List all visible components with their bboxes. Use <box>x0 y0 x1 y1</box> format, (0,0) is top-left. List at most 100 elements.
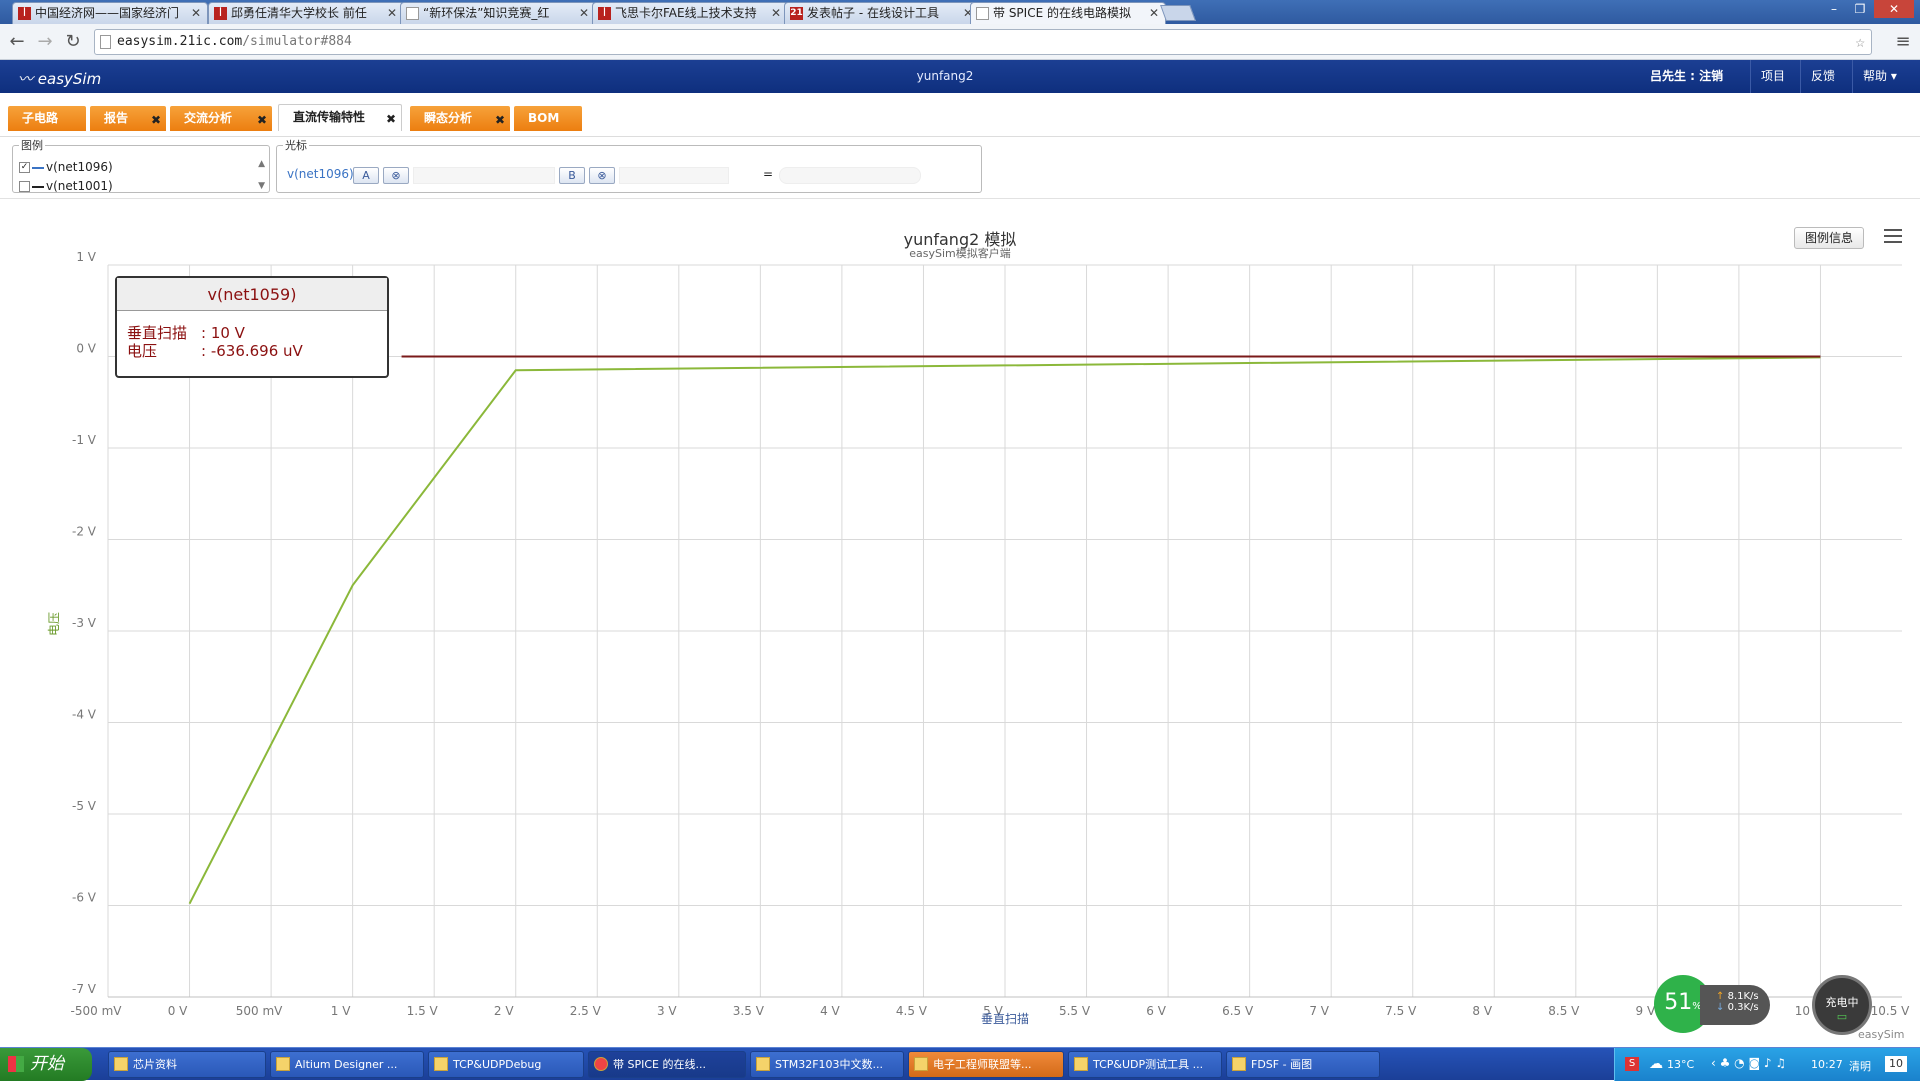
x-tick-label: 1.5 V <box>407 1004 439 1018</box>
taskbar-item-label: FDSF - 画图 <box>1251 1058 1313 1071</box>
series-swatch <box>32 185 44 188</box>
window-close-icon[interactable]: ✕ <box>1874 0 1914 18</box>
network-speed: ↑ 8.1K/s ↓ 0.3K/s <box>1700 985 1770 1025</box>
y-tick-label: -4 V <box>72 708 97 722</box>
paint-icon <box>1232 1057 1246 1071</box>
y-tick-label: -1 V <box>72 433 97 447</box>
browser-toolbar: ← → ↻ easysim.21ic.com/simulator#884 ☆ ≡ <box>0 24 1920 60</box>
clock-time[interactable]: 10:27 <box>1811 1058 1843 1071</box>
legend-item[interactable]: ✓ v(net1096) <box>19 159 113 175</box>
legend-info-button[interactable]: 图例信息 <box>1794 227 1864 249</box>
upload-rate-value: 8.1 <box>1727 991 1744 1002</box>
browser-tab-title: “新环保法”知识竞赛_红 <box>423 6 550 20</box>
legend-item[interactable]: v(net1001) <box>19 178 113 194</box>
browser-tab[interactable]: 21 发表帖子 - 在线设计工具 ✕ <box>784 2 980 24</box>
x-tick-label: 2 V <box>494 1004 514 1018</box>
legend-panel-title: 图例 <box>21 139 43 152</box>
cursor-b-button[interactable]: B <box>559 167 585 184</box>
close-icon[interactable]: ✖ <box>151 108 161 133</box>
cursor-a-button[interactable]: A <box>353 167 379 184</box>
tooltip-title: v(net1059) <box>117 278 387 311</box>
system-tray: S ☁ 13°C ‹ ♣ ◔ ◙ ♪ ♫ 10:27 清明 10 <box>1614 1048 1920 1081</box>
browser-tab-active[interactable]: 带 SPICE 的在线电路模拟 ✕ <box>970 2 1166 24</box>
star-icon[interactable]: ☆ <box>1855 30 1865 54</box>
tab-subcircuit[interactable]: 子电路 <box>8 106 86 131</box>
x-tick-label: 7.5 V <box>1385 1004 1417 1018</box>
checkbox[interactable] <box>19 181 30 192</box>
x-tick-label: 5.5 V <box>1059 1004 1091 1018</box>
close-icon[interactable]: ✖ <box>257 108 267 133</box>
upload-rate: ↑ 8.1K/s <box>1716 991 1770 1002</box>
taskbar-item[interactable]: Altium Designer ... <box>270 1051 424 1078</box>
menu-icon[interactable]: ≡ <box>1892 31 1914 53</box>
sogou-icon[interactable]: S <box>1625 1057 1639 1071</box>
browser-tab[interactable]: “新环保法”知识竞赛_红 ✕ <box>400 2 596 24</box>
x-tick-label: 6.5 V <box>1222 1004 1254 1018</box>
close-icon[interactable]: ✕ <box>579 3 589 23</box>
y-axis-label: 电压 <box>47 612 61 636</box>
minimize-icon[interactable]: – <box>1822 0 1846 18</box>
clear-cursor-a-icon[interactable]: ⊗ <box>383 167 409 184</box>
new-tab-button[interactable] <box>1160 5 1196 21</box>
caret-down-icon: ▾ <box>1890 69 1897 83</box>
windows-logo-icon <box>8 1056 24 1072</box>
taskbar-item-label: TCP&UDP测试工具 ... <box>1093 1058 1204 1071</box>
charging-widget[interactable]: 充电中 ▭ <box>1812 975 1872 1035</box>
usage-percent: 51 <box>1664 990 1693 1015</box>
taskbar-item[interactable]: 芯片资料 <box>108 1051 266 1078</box>
chart-menu-icon[interactable] <box>1884 229 1902 243</box>
taskbar-item-active[interactable]: 带 SPICE 的在线... <box>588 1051 746 1078</box>
checkbox[interactable]: ✓ <box>19 162 30 173</box>
tab-ac-analysis[interactable]: 交流分析 ✖ <box>170 106 272 131</box>
analysis-tabs: 子电路 报告 ✖ 交流分析 ✖ 直流传输特性 ✖ 瞬态分析 ✖ BOM <box>0 93 1920 137</box>
close-icon[interactable]: ✕ <box>1149 3 1159 23</box>
cursor-signal-select[interactable]: v(net1096) <box>287 167 354 181</box>
menu-feedback[interactable]: 反馈 <box>1800 60 1845 93</box>
taskbar-item[interactable]: TCP&UDPDebug <box>428 1051 584 1078</box>
taskbar-item-highlighted[interactable]: 电子工程师联盟等... <box>908 1051 1064 1078</box>
browser-tab-title: 邱勇任清华大学校长 前任 <box>231 6 367 20</box>
clear-cursor-b-icon[interactable]: ⊗ <box>589 167 615 184</box>
back-icon[interactable]: ← <box>6 31 28 53</box>
taskbar: 开始 芯片资料 Altium Designer ... TCP&UDPDebug… <box>0 1047 1920 1081</box>
calendar-date[interactable]: 10 <box>1885 1056 1907 1072</box>
tray-icons[interactable]: ‹ ♣ ◔ ◙ ♪ ♫ <box>1711 1056 1786 1070</box>
tab-report[interactable]: 报告 ✖ <box>90 106 166 131</box>
address-bar[interactable]: easysim.21ic.com/simulator#884 ☆ <box>94 29 1872 55</box>
restore-icon[interactable]: ❐ <box>1848 0 1872 18</box>
temperature: 13°C <box>1667 1058 1695 1071</box>
scroll-down-icon[interactable]: ▼ <box>258 181 265 191</box>
close-icon[interactable]: ✖ <box>495 108 505 133</box>
menu-help[interactable]: 帮助 ▾ <box>1852 60 1920 93</box>
user-logout-link[interactable]: 吕先生 : 注销 <box>1640 60 1733 93</box>
reload-icon[interactable]: ↻ <box>62 31 84 53</box>
taskbar-item[interactable]: FDSF - 画图 <box>1226 1051 1380 1078</box>
start-button[interactable]: 开始 <box>0 1048 92 1081</box>
chart-tooltip: v(net1059) 垂直扫描: 10 V 电压: -636.696 uV <box>115 276 389 378</box>
menu-project[interactable]: 项目 <box>1750 60 1795 93</box>
x-tick-label: 8 V <box>1472 1004 1492 1018</box>
browser-tab[interactable]: 丨飞思卡尔FAE线上技术支持 ✕ <box>592 2 788 24</box>
taskbar-item[interactable]: STM32F103中文数... <box>750 1051 904 1078</box>
watermark: easySim <box>1858 1028 1905 1041</box>
x-tick-label: 4 V <box>820 1004 840 1018</box>
cursor-b-value <box>619 167 729 184</box>
tab-bom[interactable]: BOM <box>514 106 582 131</box>
series-swatch <box>32 166 44 169</box>
close-icon[interactable]: ✕ <box>191 3 201 23</box>
tab-dc-transfer[interactable]: 直流传输特性 ✖ <box>278 104 402 131</box>
close-icon[interactable]: ✕ <box>387 3 397 23</box>
tab-transient[interactable]: 瞬态分析 ✖ <box>410 106 510 131</box>
scroll-up-icon[interactable]: ▲ <box>258 159 265 169</box>
battery-icon: ▭ <box>1836 1010 1848 1023</box>
forward-icon[interactable]: → <box>34 31 56 53</box>
url-path: /simulator#884 <box>242 34 352 49</box>
doc-icon <box>406 7 419 20</box>
close-icon[interactable]: ✕ <box>771 3 781 23</box>
x-tick-label: 10.5 V <box>1871 1004 1911 1018</box>
taskbar-item[interactable]: TCP&UDP测试工具 ... <box>1068 1051 1222 1078</box>
close-icon[interactable]: ✖ <box>386 107 396 132</box>
browser-tab[interactable]: 丨中国经济网——国家经济门 ✕ <box>12 2 208 24</box>
browser-tab[interactable]: 丨邱勇任清华大学校长 前任 ✕ <box>208 2 404 24</box>
rate-unit: K/s <box>1743 1002 1759 1013</box>
